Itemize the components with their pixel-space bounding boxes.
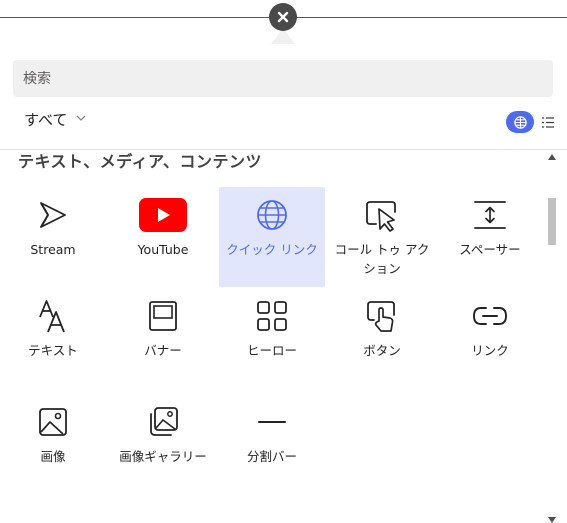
web-part-label: ボタン (363, 343, 401, 358)
close-button[interactable] (269, 3, 297, 31)
scroll-down-arrow[interactable] (548, 517, 556, 523)
web-part-image-gallery[interactable]: 画像ギャラリー (110, 394, 216, 494)
web-part-button[interactable]: ボタン (329, 288, 435, 388)
web-part-hero[interactable]: ヒーロー (219, 288, 325, 388)
stream-icon (40, 202, 66, 228)
web-part-label: Stream (30, 242, 76, 257)
web-part-label: クイック リンク (226, 242, 318, 257)
call-to-action-icon (366, 201, 396, 232)
web-part-quick-links[interactable]: クイック リンク (219, 187, 325, 287)
category-filter-label: すべて (24, 110, 68, 129)
web-part-label: 画像 (40, 449, 66, 464)
list-view-icon (542, 116, 554, 128)
search-input[interactable] (13, 60, 553, 97)
chevron-down-icon (76, 115, 86, 122)
web-part-label: YouTube (137, 242, 189, 257)
spacer-icon (474, 201, 506, 229)
grid-view-button[interactable] (506, 111, 534, 133)
web-part-call-to-action[interactable]: コール トゥ アクション (329, 187, 435, 287)
web-part-toolbox: すべて テキスト、メディア、コンテンツ Stream (0, 44, 567, 523)
web-part-text[interactable]: テキスト (0, 288, 106, 388)
link-icon (473, 307, 507, 325)
view-toggle (506, 111, 558, 133)
globe-icon (257, 200, 287, 230)
youtube-icon (139, 198, 187, 232)
close-icon (277, 11, 289, 23)
web-part-label: バナー (144, 343, 182, 358)
web-part-link[interactable]: リンク (437, 288, 543, 388)
web-part-banner[interactable]: バナー (110, 288, 216, 388)
web-part-label: ヒーロー (246, 343, 297, 358)
list-view-button[interactable] (538, 111, 558, 133)
web-part-youtube[interactable]: YouTube (110, 187, 216, 287)
image-icon (39, 408, 67, 436)
text-icon (39, 300, 65, 333)
banner-icon (149, 301, 177, 331)
hero-icon (257, 301, 287, 331)
web-part-label: 分割バー (246, 449, 297, 464)
web-part-label: リンク (471, 343, 509, 358)
web-part-label: 画像ギャラリー (119, 449, 207, 464)
divider-icon (258, 421, 286, 423)
flyout-header (0, 0, 567, 44)
web-part-spacer[interactable]: スペーサー (437, 187, 543, 287)
web-part-label: スペーサー (459, 242, 521, 257)
web-part-divider[interactable]: 分割バー (219, 394, 325, 494)
button-icon (367, 301, 395, 332)
grid-view-icon (513, 115, 527, 129)
web-part-image[interactable]: 画像 (0, 394, 106, 494)
web-part-label: テキスト (28, 343, 78, 358)
section-title: テキスト、メディア、コンテンツ (18, 152, 262, 171)
image-gallery-icon (150, 407, 178, 436)
scrollbar-thumb[interactable] (548, 198, 556, 245)
web-part-stream[interactable]: Stream (0, 187, 106, 287)
scroll-up-arrow[interactable] (548, 154, 556, 160)
category-filter-dropdown[interactable]: すべて (24, 106, 86, 132)
web-part-label: コール トゥ アクション (334, 242, 430, 276)
